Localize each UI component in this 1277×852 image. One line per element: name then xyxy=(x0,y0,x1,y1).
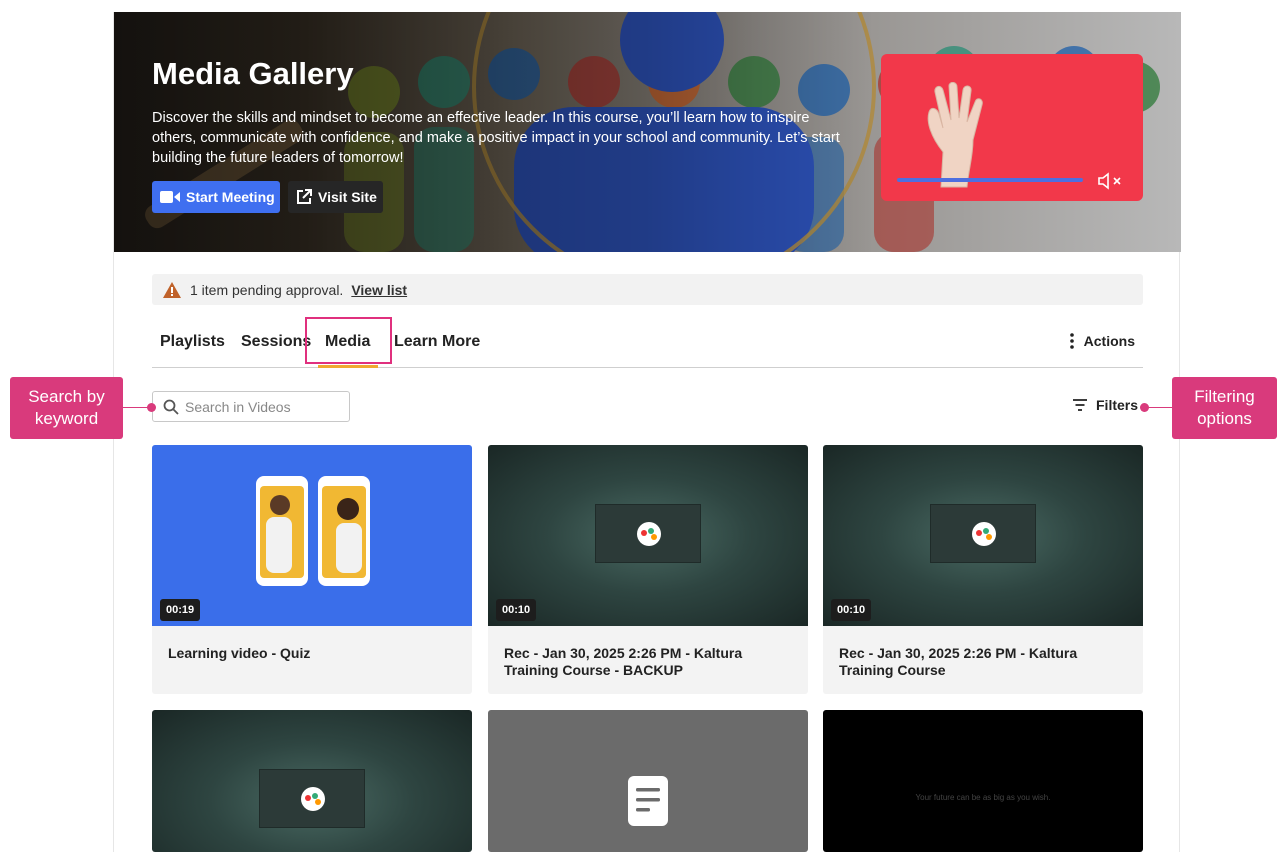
recording-preview xyxy=(595,504,701,563)
tab-playlists[interactable]: Playlists xyxy=(160,333,225,351)
actions-menu-button[interactable]: Actions xyxy=(1069,333,1135,349)
duration-badge: 00:10 xyxy=(831,599,872,621)
tab-bar: Playlists Sessions Media Learn More Acti… xyxy=(152,317,1143,368)
media-title[interactable]: Learning video - Quiz xyxy=(168,645,464,662)
visit-site-button[interactable]: Visit Site xyxy=(288,181,383,213)
search-callout-dot xyxy=(147,403,156,412)
media-thumbnail[interactable] xyxy=(488,710,808,852)
duration-badge: 00:19 xyxy=(160,599,201,621)
media-card[interactable]: 00:10 Rec - Jan 30, 2025 2:26 PM - Kaltu… xyxy=(823,445,1143,694)
media-thumbnail[interactable]: 00:10 xyxy=(823,445,1143,626)
media-thumbnail[interactable]: 00:10 xyxy=(488,445,808,626)
filter-icon xyxy=(1073,399,1087,411)
hero-banner: Media Gallery Discover the skills and mi… xyxy=(114,12,1181,252)
intro-video-player[interactable] xyxy=(881,54,1143,201)
tab-learn-more[interactable]: Learn More xyxy=(394,333,480,351)
logo-icon xyxy=(301,787,325,811)
media-thumbnail[interactable] xyxy=(152,710,472,852)
view-list-link[interactable]: View list xyxy=(351,282,407,298)
media-title[interactable]: Rec - Jan 30, 2025 2:26 PM - Kaltura Tra… xyxy=(504,645,800,679)
search-input[interactable]: Search in Videos xyxy=(152,391,350,422)
muted-speaker-icon[interactable] xyxy=(1097,172,1125,190)
video-progress-bar[interactable] xyxy=(897,178,1083,182)
search-placeholder: Search in Videos xyxy=(185,398,291,415)
phones-illustration xyxy=(256,476,370,586)
start-meeting-label: Start Meeting xyxy=(186,189,275,205)
pending-approval-notice: 1 item pending approval. View list xyxy=(152,274,1143,305)
filters-callout: Filtering options xyxy=(1172,377,1277,439)
media-card[interactable]: 00:10 Rec - Jan 30, 2025 2:26 PM - Kaltu… xyxy=(488,445,808,694)
actions-label: Actions xyxy=(1083,333,1135,349)
search-callout: Search by keyword xyxy=(10,377,123,439)
filters-callout-line xyxy=(1147,407,1172,408)
logo-icon xyxy=(972,522,996,546)
pending-approval-text: 1 item pending approval. xyxy=(190,281,344,298)
recording-preview xyxy=(259,769,365,828)
tab-sessions[interactable]: Sessions xyxy=(241,333,311,351)
media-card[interactable]: 00:19 Learning video - Quiz xyxy=(152,445,472,694)
recording-preview xyxy=(930,504,1036,563)
media-thumbnail[interactable]: Your future can be as big as you wish. xyxy=(823,710,1143,852)
warning-icon xyxy=(163,281,181,298)
external-link-icon xyxy=(297,189,312,204)
media-card[interactable] xyxy=(152,710,472,852)
tab-highlight-box xyxy=(305,317,392,364)
document-icon xyxy=(628,776,668,826)
search-icon xyxy=(163,399,179,415)
media-card[interactable] xyxy=(488,710,808,852)
logo-icon xyxy=(637,522,661,546)
filters-button[interactable]: Filters xyxy=(1072,397,1138,413)
visit-site-label: Visit Site xyxy=(318,189,377,205)
media-thumbnail[interactable]: 00:19 xyxy=(152,445,472,626)
duration-badge: 00:10 xyxy=(496,599,537,621)
media-card[interactable]: Your future can be as big as you wish. xyxy=(823,710,1143,852)
more-vertical-icon xyxy=(1069,333,1074,349)
active-tab-indicator xyxy=(318,365,378,368)
start-meeting-button[interactable]: Start Meeting xyxy=(152,181,280,213)
media-title[interactable]: Rec - Jan 30, 2025 2:26 PM - Kaltura Tra… xyxy=(839,645,1135,679)
filters-callout-dot xyxy=(1140,403,1149,412)
page-title: Media Gallery xyxy=(152,56,354,91)
waving-hand-image xyxy=(927,82,983,188)
video-camera-icon xyxy=(160,191,180,203)
thumbnail-caption: Your future can be as big as you wish. xyxy=(915,793,1051,802)
hero-description: Discover the skills and mindset to becom… xyxy=(152,110,840,166)
filters-label: Filters xyxy=(1096,397,1139,413)
page: Media Gallery Discover the skills and mi… xyxy=(113,12,1181,852)
